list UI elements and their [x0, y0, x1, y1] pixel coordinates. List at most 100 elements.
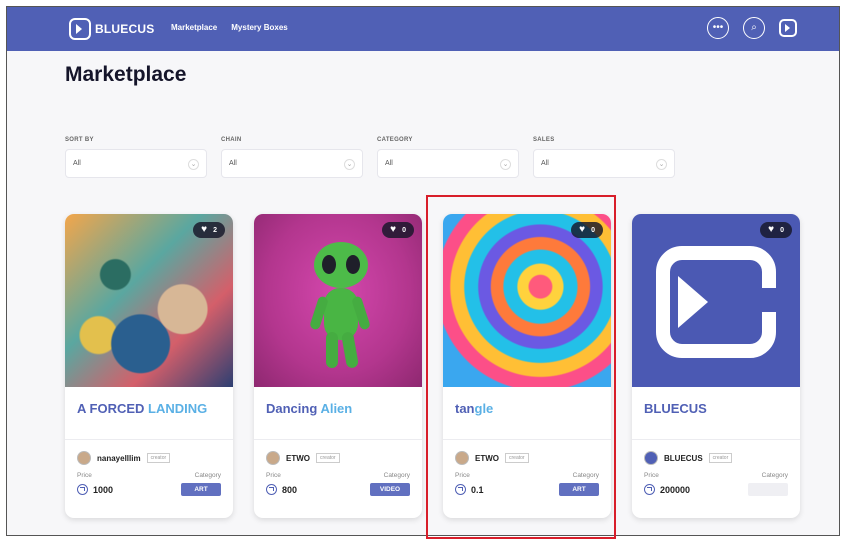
avatar [644, 451, 658, 465]
creator-name: ETWO [286, 453, 310, 463]
main-nav: Marketplace Mystery Boxes [171, 23, 288, 32]
creator-info[interactable]: ETWO creator [266, 451, 410, 465]
logo-text: BLUECUS [95, 22, 155, 36]
nft-card-dancing-alien[interactable]: ♥ 0 Dancing Alien ETWO creator Price Catego… [254, 214, 422, 518]
nft-title[interactable]: BLUECUS [632, 387, 800, 440]
chain-label: CHAIN [221, 137, 242, 143]
alien-leg [340, 331, 360, 369]
heart-icon: ♥ [768, 224, 775, 235]
nft-title-accent: CUS [679, 401, 707, 416]
filter-bar: SORT BY All ⌄ CHAIN All ⌄ CATEGORY All ⌄ SA… [65, 137, 675, 178]
price-category-labels: Price Category [644, 472, 788, 479]
nft-title[interactable]: tangle [443, 387, 611, 440]
price-category-values: 0.1 ART [455, 483, 599, 496]
price-category-values: 800 VIDEO [266, 483, 410, 496]
chevron-down-icon: ⌄ [344, 159, 355, 170]
sales-value: All [541, 160, 549, 167]
category-filter: CATEGORY All ⌄ [377, 137, 519, 178]
alien-eye [322, 255, 336, 274]
price-label: Price [455, 472, 470, 479]
card-meta: ETWO creator Price Category 0.1 ART [443, 440, 611, 496]
nft-title-main: A FORCED [77, 401, 145, 416]
like-count: 2 [213, 226, 217, 234]
alien-leg [326, 332, 338, 368]
sort-by-filter: SORT BY All ⌄ [65, 137, 207, 178]
creator-tag: creator [146, 453, 171, 463]
nft-title-accent: LANDING [148, 401, 208, 416]
category-label: CATEGORY [377, 137, 413, 143]
sales-select[interactable]: All ⌄ [533, 149, 675, 178]
sort-by-value: All [73, 160, 81, 167]
price-value: 0.1 [455, 484, 484, 495]
category-label: Category [194, 472, 221, 479]
category-badge [748, 483, 788, 496]
chain-select[interactable]: All ⌄ [221, 149, 363, 178]
price-category-labels: Price Category [266, 472, 410, 479]
top-actions: ••• ⌕ [707, 17, 797, 39]
nav-mystery-boxes[interactable]: Mystery Boxes [231, 23, 287, 32]
like-button[interactable]: ♥ 0 [382, 222, 414, 238]
card-meta: nanayelllim creator Price Category 1000 AR… [65, 440, 233, 496]
category-label: Category [383, 472, 410, 479]
nft-title-main: BLUE [644, 401, 680, 416]
creator-tag: creator [505, 453, 529, 463]
coin-icon [77, 484, 88, 495]
nav-marketplace[interactable]: Marketplace [171, 23, 217, 32]
category-value: All [385, 160, 393, 167]
like-button[interactable]: ♥ 0 [760, 222, 792, 238]
chain-filter: CHAIN All ⌄ [221, 137, 363, 178]
sort-by-label: SORT BY [65, 137, 94, 143]
coin-icon [455, 484, 466, 495]
like-button[interactable]: ♥ 0 [571, 222, 603, 238]
alien-figure [314, 242, 368, 288]
avatar [455, 451, 469, 465]
like-button[interactable]: ♥ 2 [193, 222, 225, 238]
like-count: 0 [780, 226, 784, 234]
search-icon[interactable]: ⌕ [743, 17, 765, 39]
nft-title-accent: gle [474, 401, 494, 416]
creator-info[interactable]: ETWO creator [455, 451, 599, 465]
creator-name: BLUECUS [664, 453, 703, 463]
price-amount: 0.1 [471, 484, 484, 495]
category-badge: ART [181, 483, 221, 496]
chevron-down-icon: ⌄ [500, 159, 511, 170]
like-count: 0 [591, 226, 595, 234]
sales-label: SALES [533, 137, 555, 143]
app-window: BLUECUS Marketplace Mystery Boxes ••• ⌕ … [6, 6, 840, 536]
artwork-image[interactable]: ♥ 0 [254, 214, 422, 387]
nft-card-a-forced-landing[interactable]: ♥ 2 A FORCED LANDING nanayelllim creator P… [65, 214, 233, 518]
price-category-values: 1000 ART [77, 483, 221, 496]
creator-tag: creator [708, 453, 733, 463]
nft-card-bluecus[interactable]: ♥ 0 BLUECUS BLUECUS creator Price Category … [632, 214, 800, 518]
nft-title-main: tan [455, 401, 475, 416]
sort-by-select[interactable]: All ⌄ [65, 149, 207, 178]
creator-info[interactable]: nanayelllim creator [77, 451, 221, 465]
creator-info[interactable]: BLUECUS creator [644, 451, 788, 465]
bluecus-logo[interactable]: BLUECUS [69, 18, 154, 40]
artwork-image[interactable]: ♥ 0 [632, 214, 800, 387]
bluecus-icon[interactable] [779, 19, 797, 37]
avatar [266, 451, 280, 465]
category-label: Category [761, 472, 788, 479]
artwork-image[interactable]: ♥ 0 [443, 214, 611, 387]
price-amount: 200000 [660, 484, 691, 495]
creator-name: ETWO [475, 453, 499, 463]
creator-name: nanayelllim [97, 453, 141, 463]
artwork-image[interactable]: ♥ 2 [65, 214, 233, 387]
nft-title[interactable]: A FORCED LANDING [65, 387, 233, 440]
top-navigation-bar: BLUECUS Marketplace Mystery Boxes ••• ⌕ [7, 7, 839, 51]
category-select[interactable]: All ⌄ [377, 149, 519, 178]
nft-title[interactable]: Dancing Alien [254, 387, 422, 440]
price-category-labels: Price Category [455, 472, 599, 479]
more-icon[interactable]: ••• [707, 17, 729, 39]
coin-icon [644, 484, 655, 495]
price-amount: 1000 [93, 484, 114, 495]
card-meta: BLUECUS creator Price Category 200000 [632, 440, 800, 496]
like-count: 0 [402, 226, 406, 234]
avatar [77, 451, 91, 465]
price-label: Price [77, 472, 92, 479]
nft-card-tangle[interactable]: ♥ 0 tangle ETWO creator Price Category 0.1 … [443, 214, 611, 518]
heart-icon: ♥ [390, 224, 397, 235]
sales-filter: SALES All ⌄ [533, 137, 675, 178]
price-value: 200000 [644, 484, 690, 495]
